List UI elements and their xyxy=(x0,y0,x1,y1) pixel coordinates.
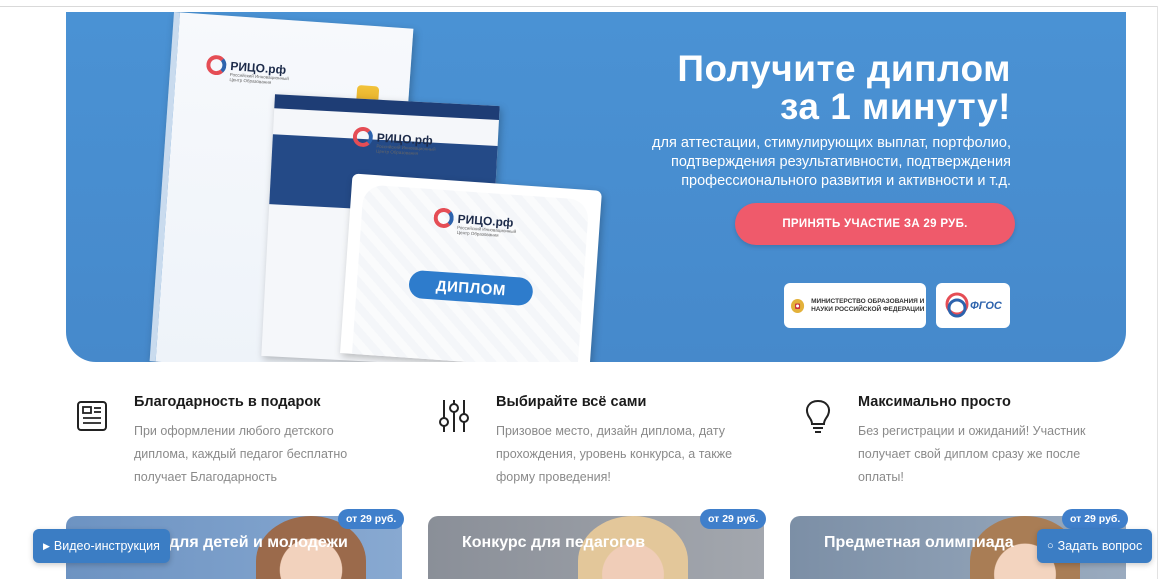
play-icon: ▶ xyxy=(43,540,50,551)
right-divider xyxy=(1157,6,1158,579)
ask-question-button[interactable]: ○ Задать вопрос xyxy=(1037,529,1153,563)
fgos-badge: ФГОС xyxy=(936,283,1010,328)
document-icon xyxy=(77,401,107,431)
sliders-icon xyxy=(439,400,469,432)
lightbulb-icon xyxy=(806,399,830,433)
rico-logo: РИЦО.рф Российский Инновационный Центр О… xyxy=(205,54,289,85)
feature-title: Выбирайте всё сами xyxy=(496,394,647,410)
price-badge: от 29 руб. xyxy=(700,509,767,529)
hero-subtitle: для аттестации, стимулирующих выплат, по… xyxy=(652,135,1011,189)
rico-logo-icon xyxy=(205,54,228,76)
rico-logo: РИЦО.рф Российский Инновационный Центр О… xyxy=(352,126,436,156)
feature-text: Без регистрации и ожиданий! Участник пол… xyxy=(858,424,1086,484)
feature-text: При оформлении любого детского диплома, … xyxy=(134,424,348,484)
eagle-emblem-icon xyxy=(791,298,805,313)
feature-title: Максимально просто xyxy=(858,394,1011,410)
rico-logo-icon xyxy=(352,126,374,148)
fgos-logo-icon xyxy=(945,292,969,317)
page: РИЦО.рф Российский Инновационный Центр О… xyxy=(0,0,1161,579)
hero-title: Получите диплом за 1 минуту! xyxy=(677,48,1011,127)
video-instruction-button[interactable]: ▶ Видео-инструкция xyxy=(33,529,170,563)
diploma-image-front: РИЦО.рф Российский Инновационный Центр О… xyxy=(340,173,602,362)
top-divider xyxy=(0,6,1158,7)
card-title: Конкурс для педагогов xyxy=(462,534,646,551)
feature-title: Благодарность в подарок xyxy=(134,394,321,410)
chat-icon: ○ xyxy=(1047,540,1054,552)
price-badge: от 29 руб. xyxy=(338,509,405,529)
feature-text: Призовое место, дизайн диплома, дату про… xyxy=(496,424,733,484)
price-badge: от 29 руб. xyxy=(1062,509,1129,529)
ministry-badge: МИНИСТЕРСТВО ОБРАЗОВАНИЯ И НАУКИ РОССИЙС… xyxy=(784,283,926,328)
hero-banner: РИЦО.рф Российский Инновационный Центр О… xyxy=(66,12,1126,362)
rico-logo-icon xyxy=(433,207,455,229)
participate-button[interactable]: ПРИНЯТЬ УЧАСТИЕ ЗА 29 РУБ. xyxy=(735,203,1015,245)
